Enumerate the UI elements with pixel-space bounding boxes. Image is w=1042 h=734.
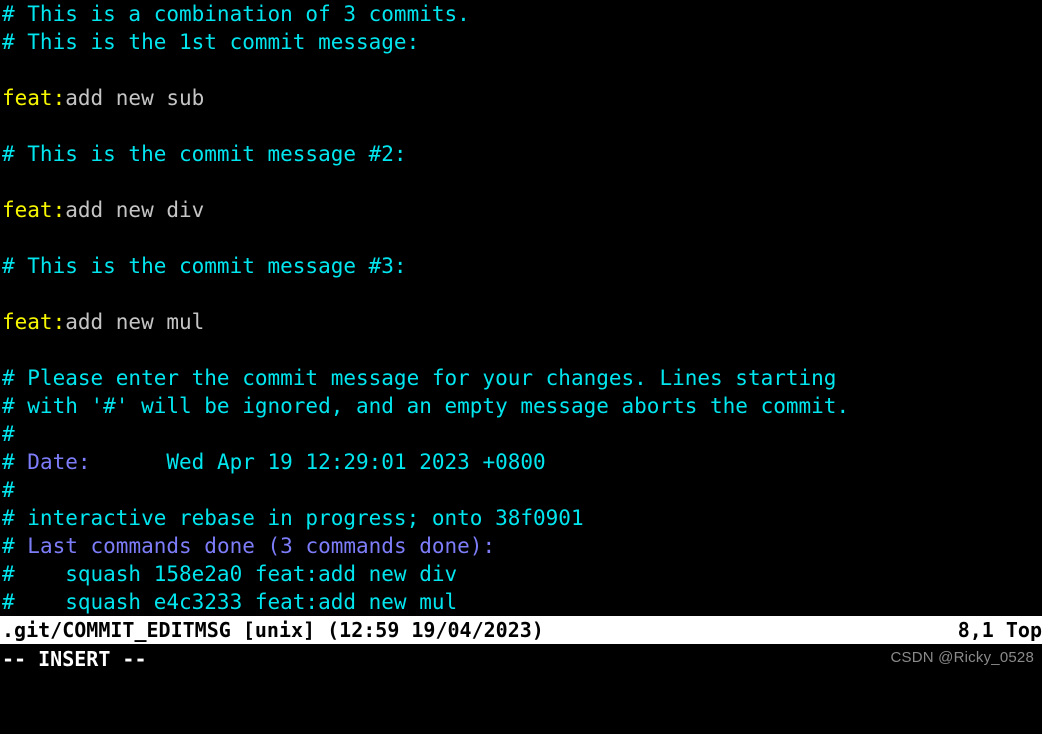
buffer-line[interactable] bbox=[0, 112, 1042, 140]
buffer-line[interactable]: # with '#' will be ignored, and an empty… bbox=[0, 392, 1042, 420]
vim-command-line: -- INSERT -- bbox=[0, 644, 1042, 674]
buffer-line[interactable]: feat:add new mul bbox=[0, 308, 1042, 336]
buffer-line[interactable] bbox=[0, 224, 1042, 252]
buffer-line[interactable]: # This is the 1st commit message: bbox=[0, 28, 1042, 56]
buffer-line-segment: # This is the commit message #2: bbox=[2, 142, 407, 166]
buffer-line[interactable]: feat:add new sub bbox=[0, 84, 1042, 112]
buffer-line-segment: add new sub bbox=[65, 86, 205, 110]
buffer-line-segment: # This is the 1st commit message: bbox=[2, 30, 420, 54]
buffer-line[interactable]: # interactive rebase in progress; onto 3… bbox=[0, 504, 1042, 532]
buffer-line-segment: Date: bbox=[27, 450, 91, 474]
buffer-line-segment: # bbox=[2, 534, 28, 558]
buffer-line[interactable]: # This is the commit message #2: bbox=[0, 140, 1042, 168]
buffer-line-segment: # with '#' will be ignored, and an empty… bbox=[2, 394, 850, 418]
buffer-line[interactable]: feat:add new div bbox=[0, 196, 1042, 224]
status-file-info: .git/COMMIT_EDITMSG [unix] (12:59 19/04/… bbox=[2, 618, 544, 642]
buffer-line[interactable] bbox=[0, 56, 1042, 84]
buffer-line-segment: # interactive rebase in progress; onto 3… bbox=[2, 506, 584, 530]
buffer-line-segment: # This is the commit message #3: bbox=[2, 254, 407, 278]
buffer-line[interactable]: # This is a combination of 3 commits. bbox=[0, 0, 1042, 28]
buffer-line[interactable] bbox=[0, 168, 1042, 196]
buffer-line[interactable] bbox=[0, 280, 1042, 308]
buffer-line[interactable] bbox=[0, 336, 1042, 364]
buffer-line[interactable]: # This is the commit message #3: bbox=[0, 252, 1042, 280]
buffer-line-segment: Wed Apr 19 12:29:01 2023 +0800 bbox=[90, 450, 546, 474]
buffer-line-segment: feat: bbox=[2, 198, 66, 222]
buffer-line[interactable]: # squash e4c3233 feat:add new mul bbox=[0, 588, 1042, 616]
buffer-line-segment: # squash 158e2a0 feat:add new div bbox=[2, 562, 458, 586]
status-ruler: 8,1 Top bbox=[957, 618, 1042, 642]
buffer-line-segment: Last commands done (3 commands done): bbox=[27, 534, 496, 558]
buffer-line-segment: feat: bbox=[2, 86, 66, 110]
vim-text-buffer[interactable]: # This is a combination of 3 commits. # T… bbox=[0, 0, 1042, 616]
buffer-line-segment: feat: bbox=[2, 310, 66, 334]
buffer-line-segment: # bbox=[2, 450, 28, 474]
buffer-line-segment: # bbox=[2, 478, 15, 502]
buffer-line[interactable]: # Last commands done (3 commands done): bbox=[0, 532, 1042, 560]
buffer-line-segment: add new div bbox=[65, 198, 205, 222]
buffer-line-segment: add new mul bbox=[65, 310, 205, 334]
buffer-line-segment: # Please enter the commit message for yo… bbox=[2, 366, 837, 390]
buffer-line[interactable]: # Please enter the commit message for yo… bbox=[0, 364, 1042, 392]
buffer-line-segment: # squash e4c3233 feat:add new mul bbox=[2, 590, 458, 614]
vim-status-line: .git/COMMIT_EDITMSG [unix] (12:59 19/04/… bbox=[0, 616, 1042, 644]
watermark-label: CSDN @Ricky_0528 bbox=[890, 649, 1034, 666]
buffer-line[interactable]: # bbox=[0, 476, 1042, 504]
buffer-line[interactable]: # squash 158e2a0 feat:add new div bbox=[0, 560, 1042, 588]
buffer-line[interactable]: # bbox=[0, 420, 1042, 448]
vim-mode-indicator: -- INSERT -- bbox=[2, 647, 147, 671]
terminal-window: # This is a combination of 3 commits. # T… bbox=[0, 0, 1042, 674]
buffer-line[interactable]: # Date: Wed Apr 19 12:29:01 2023 +0800 bbox=[0, 448, 1042, 476]
buffer-line-segment: # This is a combination of 3 commits. bbox=[2, 2, 470, 26]
buffer-line-segment: # bbox=[2, 422, 15, 446]
